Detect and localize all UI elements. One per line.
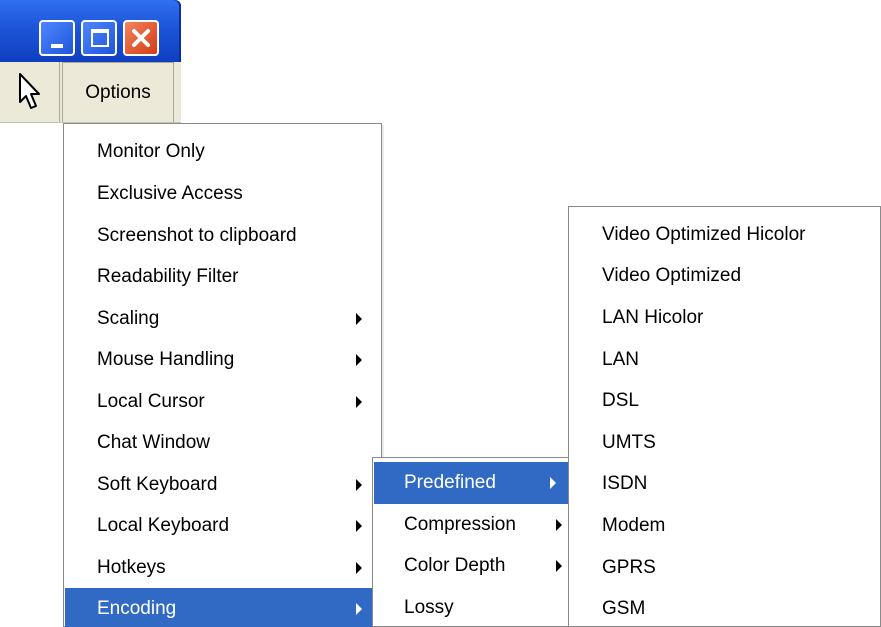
- menu-item-label: LAN Hicolor: [602, 307, 704, 328]
- screen: Options Monitor Only Exclusive Access Sc…: [0, 0, 881, 627]
- menu-item-modem[interactable]: Modem: [570, 505, 880, 547]
- menu-item-gsm[interactable]: GSM: [570, 588, 880, 627]
- menu-item-scaling[interactable]: Scaling: [65, 298, 381, 340]
- menu-item-exclusive-access[interactable]: Exclusive Access: [65, 173, 381, 215]
- menu-item-label: Video Optimized: [602, 265, 742, 286]
- menu-item-local-cursor[interactable]: Local Cursor: [65, 381, 381, 423]
- submenu-arrow-icon: [356, 396, 362, 408]
- menu-item-lan[interactable]: LAN: [570, 339, 880, 381]
- menu-item-label: Chat Window: [97, 432, 210, 453]
- minimize-button[interactable]: [39, 20, 75, 56]
- menu-item-label: Video Optimized Hicolor: [602, 224, 806, 245]
- menu-item-local-keyboard[interactable]: Local Keyboard: [65, 505, 381, 547]
- menu-item-lan-hicolor[interactable]: LAN Hicolor: [570, 297, 880, 339]
- menu-item-gprs[interactable]: GPRS: [570, 547, 880, 589]
- menu-item-chat-window[interactable]: Chat Window: [65, 422, 381, 464]
- menu-item-encoding[interactable]: Encoding: [65, 588, 381, 627]
- options-menu-label: Options: [85, 82, 151, 103]
- close-button[interactable]: [123, 20, 159, 56]
- menu-item-label: Exclusive Access: [97, 183, 243, 204]
- menu-item-label: Mouse Handling: [97, 349, 235, 370]
- predefined-submenu: Video Optimized Hicolor Video Optimized …: [568, 206, 881, 627]
- menu-item-monitor-only[interactable]: Monitor Only: [65, 131, 381, 173]
- close-icon: [132, 29, 150, 47]
- menu-item-label: DSL: [602, 390, 639, 411]
- menu-item-label: Soft Keyboard: [97, 474, 218, 495]
- submenu-arrow-icon: [550, 477, 556, 489]
- maximize-button[interactable]: [81, 20, 117, 56]
- menu-item-label: Modem: [602, 515, 666, 536]
- menu-item-video-optimized-hicolor[interactable]: Video Optimized Hicolor: [570, 214, 880, 256]
- menu-item-label: Local Keyboard: [97, 515, 230, 536]
- menu-item-label: LAN: [602, 349, 639, 370]
- menu-item-label: ISDN: [602, 473, 648, 494]
- menu-item-isdn[interactable]: ISDN: [570, 463, 880, 505]
- menu-item-label: Screenshot to clipboard: [97, 225, 297, 246]
- menubar: Options: [0, 62, 181, 123]
- window-titlebar: [0, 0, 181, 62]
- options-dropdown-menu: Monitor Only Exclusive Access Screenshot…: [63, 123, 382, 627]
- submenu-arrow-icon: [356, 562, 362, 574]
- menu-item-lossy[interactable]: Lossy: [374, 587, 570, 627]
- submenu-arrow-icon: [356, 313, 362, 325]
- menu-item-color-depth[interactable]: Color Depth: [374, 545, 570, 587]
- menu-item-label: Local Cursor: [97, 391, 205, 412]
- options-menu-button[interactable]: Options: [62, 62, 174, 122]
- menu-item-label: Predefined: [404, 472, 496, 493]
- menu-item-predefined[interactable]: Predefined: [374, 462, 570, 504]
- submenu-arrow-icon: [356, 479, 362, 491]
- menu-item-label: Hotkeys: [97, 557, 166, 578]
- submenu-arrow-icon: [356, 520, 362, 532]
- menu-item-compression[interactable]: Compression: [374, 504, 570, 546]
- mouse-pointer-icon: [19, 73, 40, 109]
- menu-item-label: Monitor Only: [97, 141, 205, 162]
- submenu-arrow-icon: [356, 603, 362, 615]
- menu-item-dsl[interactable]: DSL: [570, 380, 880, 422]
- menu-item-label: GSM: [602, 598, 646, 619]
- toolbar-cursor-cell[interactable]: [0, 62, 60, 122]
- submenu-arrow-icon: [556, 519, 562, 531]
- menu-item-label: GPRS: [602, 557, 656, 578]
- menu-item-umts[interactable]: UMTS: [570, 422, 880, 464]
- menu-item-screenshot-to-clipboard[interactable]: Screenshot to clipboard: [65, 215, 381, 257]
- menu-item-label: Scaling: [97, 308, 160, 329]
- menu-item-readability-filter[interactable]: Readability Filter: [65, 256, 381, 298]
- menu-item-video-optimized[interactable]: Video Optimized: [570, 255, 880, 297]
- minimize-icon: [51, 44, 63, 48]
- menu-item-label: UMTS: [602, 432, 656, 453]
- submenu-arrow-icon: [356, 354, 362, 366]
- menu-item-label: Color Depth: [404, 555, 506, 576]
- menu-item-label: Readability Filter: [97, 266, 239, 287]
- maximize-icon: [91, 29, 109, 47]
- menu-item-hotkeys[interactable]: Hotkeys: [65, 547, 381, 589]
- menu-item-label: Compression: [404, 514, 516, 535]
- menu-item-label: Lossy: [404, 597, 454, 618]
- menu-item-soft-keyboard[interactable]: Soft Keyboard: [65, 464, 381, 506]
- submenu-arrow-icon: [556, 560, 562, 572]
- menu-item-label: Encoding: [97, 598, 177, 619]
- encoding-submenu: Predefined Compression Color Depth Lossy: [372, 457, 571, 627]
- menu-item-mouse-handling[interactable]: Mouse Handling: [65, 339, 381, 381]
